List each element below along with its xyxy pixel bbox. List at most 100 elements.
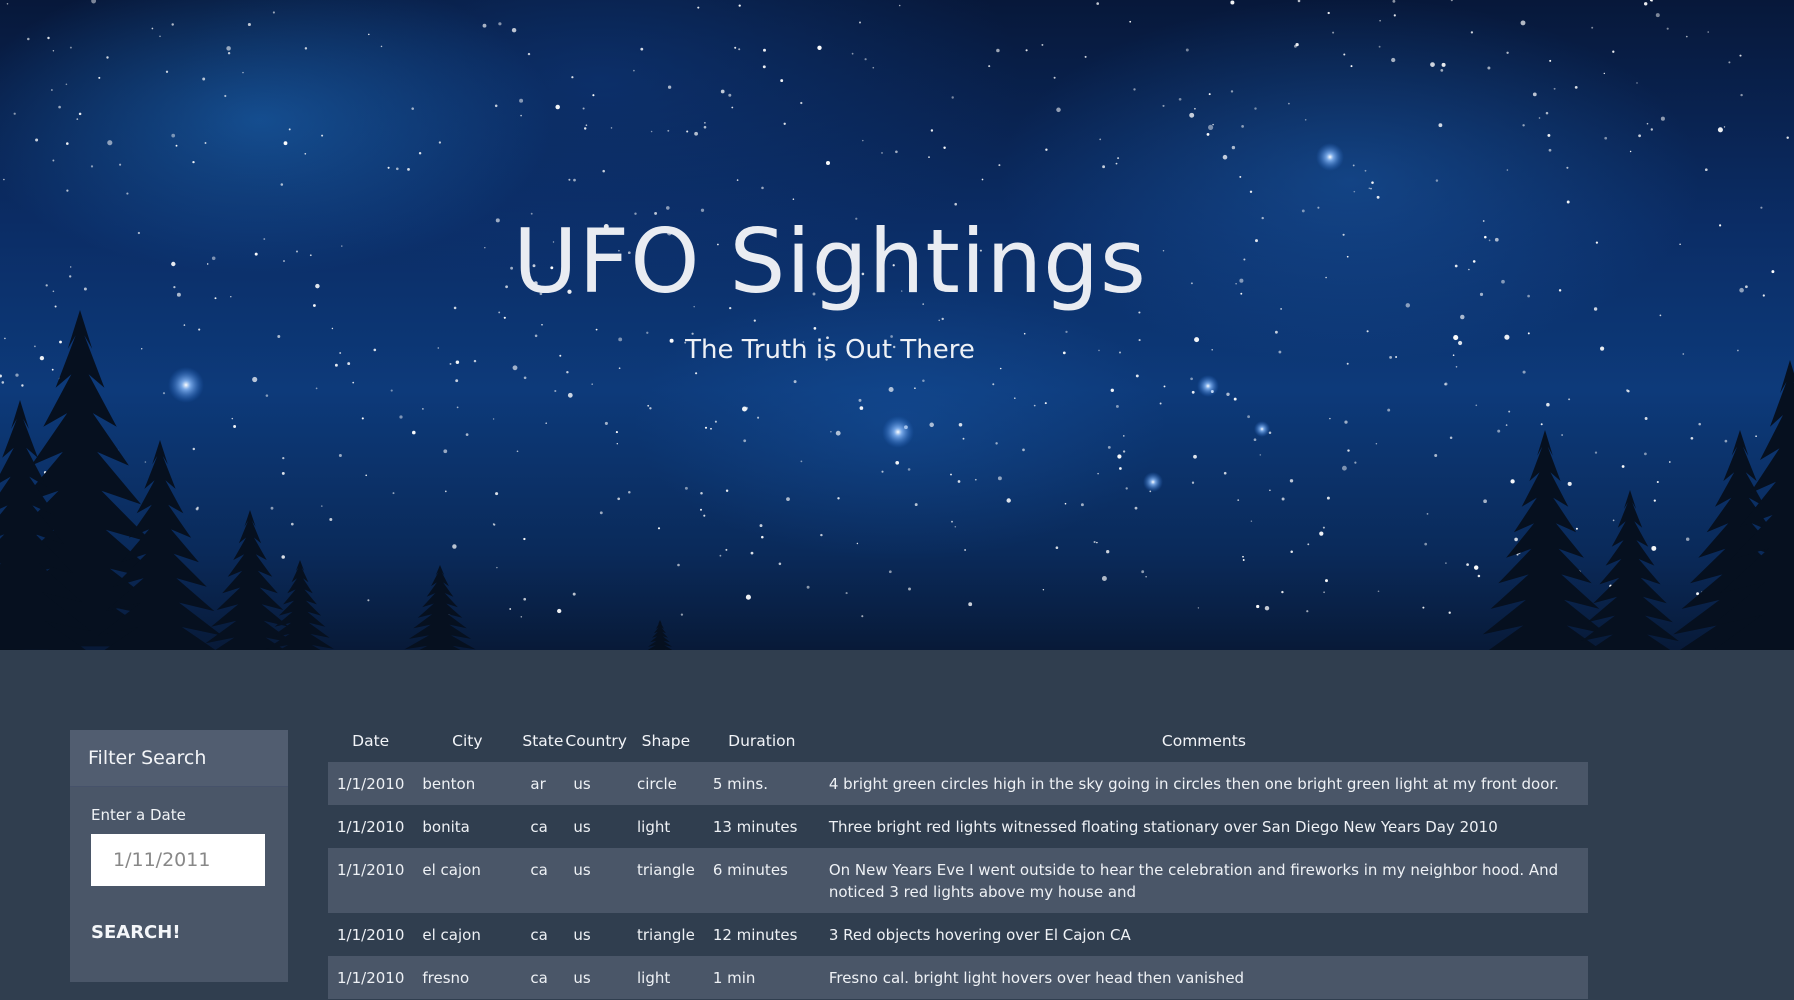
star [1538, 117, 1541, 119]
star [270, 506, 274, 510]
star [1520, 20, 1526, 26]
star [1129, 20, 1132, 23]
star [1719, 224, 1722, 227]
star [725, 548, 728, 551]
star [703, 514, 706, 517]
star [1379, 19, 1381, 22]
star [647, 404, 650, 407]
star [845, 592, 848, 595]
star [281, 555, 285, 559]
star [604, 421, 608, 425]
star [455, 379, 459, 383]
star [198, 328, 201, 331]
star [700, 508, 702, 511]
star [1239, 175, 1242, 178]
star [1191, 481, 1195, 484]
star [858, 21, 862, 24]
star [1545, 111, 1549, 115]
star [1506, 169, 1509, 171]
star [119, 163, 122, 166]
star [1259, 454, 1262, 456]
star [1185, 48, 1189, 52]
star [523, 597, 527, 601]
star [1505, 424, 1508, 426]
star [159, 35, 161, 38]
star [1739, 54, 1742, 57]
cell-shape: light [627, 956, 704, 999]
star [387, 166, 390, 169]
star [1422, 606, 1425, 609]
star [1233, 397, 1237, 401]
star [98, 76, 101, 79]
date-input[interactable] [91, 834, 265, 886]
star [757, 416, 760, 419]
star [1206, 133, 1210, 136]
star [780, 79, 784, 83]
night-sky-image [0, 0, 1794, 650]
star [1508, 410, 1511, 413]
star [968, 602, 973, 607]
star [1668, 461, 1671, 463]
star [226, 46, 231, 51]
star [1424, 542, 1428, 546]
star [881, 470, 884, 473]
table-row: 1/1/2010 fresno ca us light 1 min Fresno… [328, 956, 1588, 999]
star [762, 65, 766, 69]
star [859, 406, 864, 410]
star [1304, 119, 1307, 121]
star [1487, 66, 1491, 70]
star [1644, 417, 1648, 420]
star [503, 316, 506, 319]
cell-duration: 5 mins. [703, 762, 820, 805]
cell-date: 1/1/2010 [328, 848, 414, 913]
star [496, 566, 498, 569]
star [583, 127, 587, 130]
table-row: 1/1/2010 benton ar us circle 5 mins. 4 b… [328, 762, 1588, 805]
star [422, 408, 424, 410]
star [725, 489, 729, 492]
star [1189, 112, 1195, 118]
star [941, 317, 944, 321]
star [731, 106, 734, 109]
table-header-row: Date City State Country Shape Duration C… [328, 720, 1588, 762]
star [1190, 377, 1193, 381]
star [1510, 479, 1515, 484]
star [1237, 499, 1240, 501]
star [1, 381, 5, 384]
star [1441, 62, 1446, 67]
star [1522, 370, 1526, 374]
star [950, 473, 952, 476]
star [1096, 2, 1100, 5]
star [1438, 123, 1443, 128]
star [1326, 496, 1330, 500]
star [520, 114, 522, 117]
star [1084, 55, 1087, 58]
star [465, 433, 469, 436]
star [1297, 0, 1301, 3]
star [568, 178, 571, 181]
star [996, 48, 1000, 53]
bright-star [1316, 143, 1344, 171]
star [680, 613, 684, 616]
star [1739, 287, 1744, 293]
star [367, 599, 370, 602]
star [997, 476, 1002, 481]
star [958, 423, 963, 427]
bright-star [1143, 472, 1163, 492]
star [1566, 200, 1570, 204]
star [1247, 415, 1250, 419]
star [1470, 31, 1474, 34]
cell-state: ca [521, 956, 565, 999]
search-button[interactable]: SEARCH! [91, 922, 181, 943]
star [1056, 107, 1061, 113]
star [202, 77, 206, 81]
star [1548, 148, 1552, 152]
star [1690, 436, 1694, 440]
star [1679, 243, 1681, 245]
star [1249, 190, 1253, 193]
star [981, 178, 984, 181]
star [171, 133, 176, 138]
star [1208, 93, 1211, 96]
star [700, 491, 703, 495]
star [667, 85, 672, 89]
